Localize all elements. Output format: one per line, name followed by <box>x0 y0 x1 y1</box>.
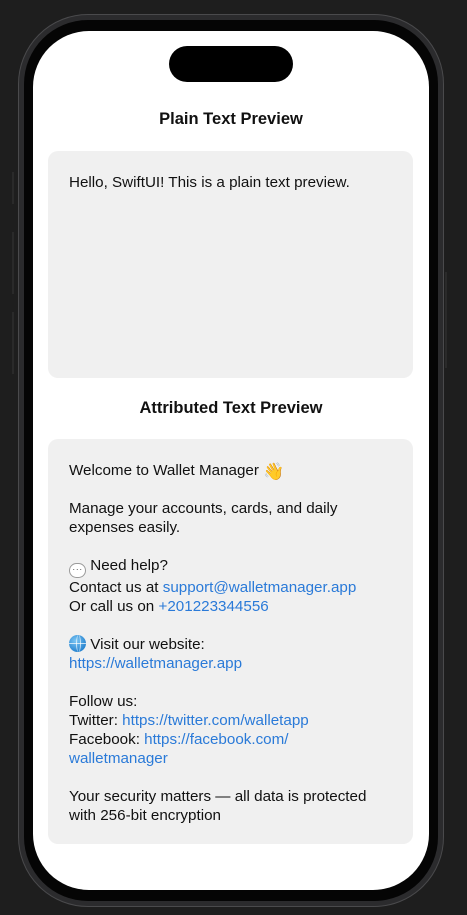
facebook-line: Facebook: https://facebook.com/ <box>69 730 392 749</box>
website-title: Visit our website: <box>90 636 205 653</box>
call-line: Or call us on +201223344556 <box>69 597 392 616</box>
manage-line-2: expenses easily. <box>69 519 181 536</box>
twitter-prefix: Twitter: <box>69 712 123 729</box>
waving-hand-icon: 👋 <box>263 462 285 481</box>
contact-line: Contact us at support@walletmanager.app <box>69 578 392 597</box>
background-edge-line <box>445 272 447 368</box>
facebook-prefix: Facebook: <box>69 731 145 748</box>
background-edge-line <box>12 172 14 204</box>
call-prefix: Or call us on <box>69 598 159 615</box>
attributed-text-preview-title: Attributed Text Preview <box>139 399 323 417</box>
plain-text-content: Hello, SwiftUI! This is a plain text pre… <box>69 174 350 191</box>
twitter-link[interactable]: https://twitter.com/walletapp <box>122 712 309 729</box>
manage-line-1: Manage your accounts, cards, and daily <box>69 500 338 517</box>
follow-us-title: Follow us: <box>69 693 138 710</box>
background-edge-line <box>12 312 14 374</box>
background-edge-line <box>12 232 14 294</box>
welcome-line: Welcome to Wallet Manager 👋 <box>69 461 392 480</box>
plain-text-card: Hello, SwiftUI! This is a plain text pre… <box>48 151 413 378</box>
need-help-line: ··· Need help? <box>69 556 392 578</box>
website-url-line: https://walletmanager.app <box>69 654 392 673</box>
facebook-link-continued[interactable]: walletmanager <box>69 750 168 767</box>
attributed-text-card: Welcome to Wallet Manager 👋 Manage your … <box>48 439 413 844</box>
facebook-link[interactable]: https://facebook.com/ <box>144 731 288 748</box>
speech-bubble-icon: ··· <box>69 563 86 578</box>
website-title-line: Visit our website: <box>69 635 392 654</box>
plain-text-preview-title: Plain Text Preview <box>159 110 303 128</box>
dynamic-island <box>169 46 293 82</box>
website-link[interactable]: https://walletmanager.app <box>69 655 242 672</box>
simulator-stage: Plain Text Preview Hello, SwiftUI! This … <box>0 0 467 915</box>
twitter-line: Twitter: https://twitter.com/walletapp <box>69 711 392 730</box>
facebook-line-continued: walletmanager <box>69 749 392 768</box>
contact-prefix: Contact us at <box>69 579 163 596</box>
security-line-1: Your security matters — all data is prot… <box>69 788 367 805</box>
device-screen: Plain Text Preview Hello, SwiftUI! This … <box>33 31 429 890</box>
globe-icon <box>69 635 86 652</box>
need-help-text: Need help? <box>90 557 168 574</box>
security-line-2: with 256-bit encryption <box>69 807 221 824</box>
support-email-link[interactable]: support@walletmanager.app <box>163 579 357 596</box>
phone-number-link[interactable]: +201223344556 <box>158 598 268 615</box>
welcome-text: Welcome to Wallet Manager <box>69 462 259 479</box>
